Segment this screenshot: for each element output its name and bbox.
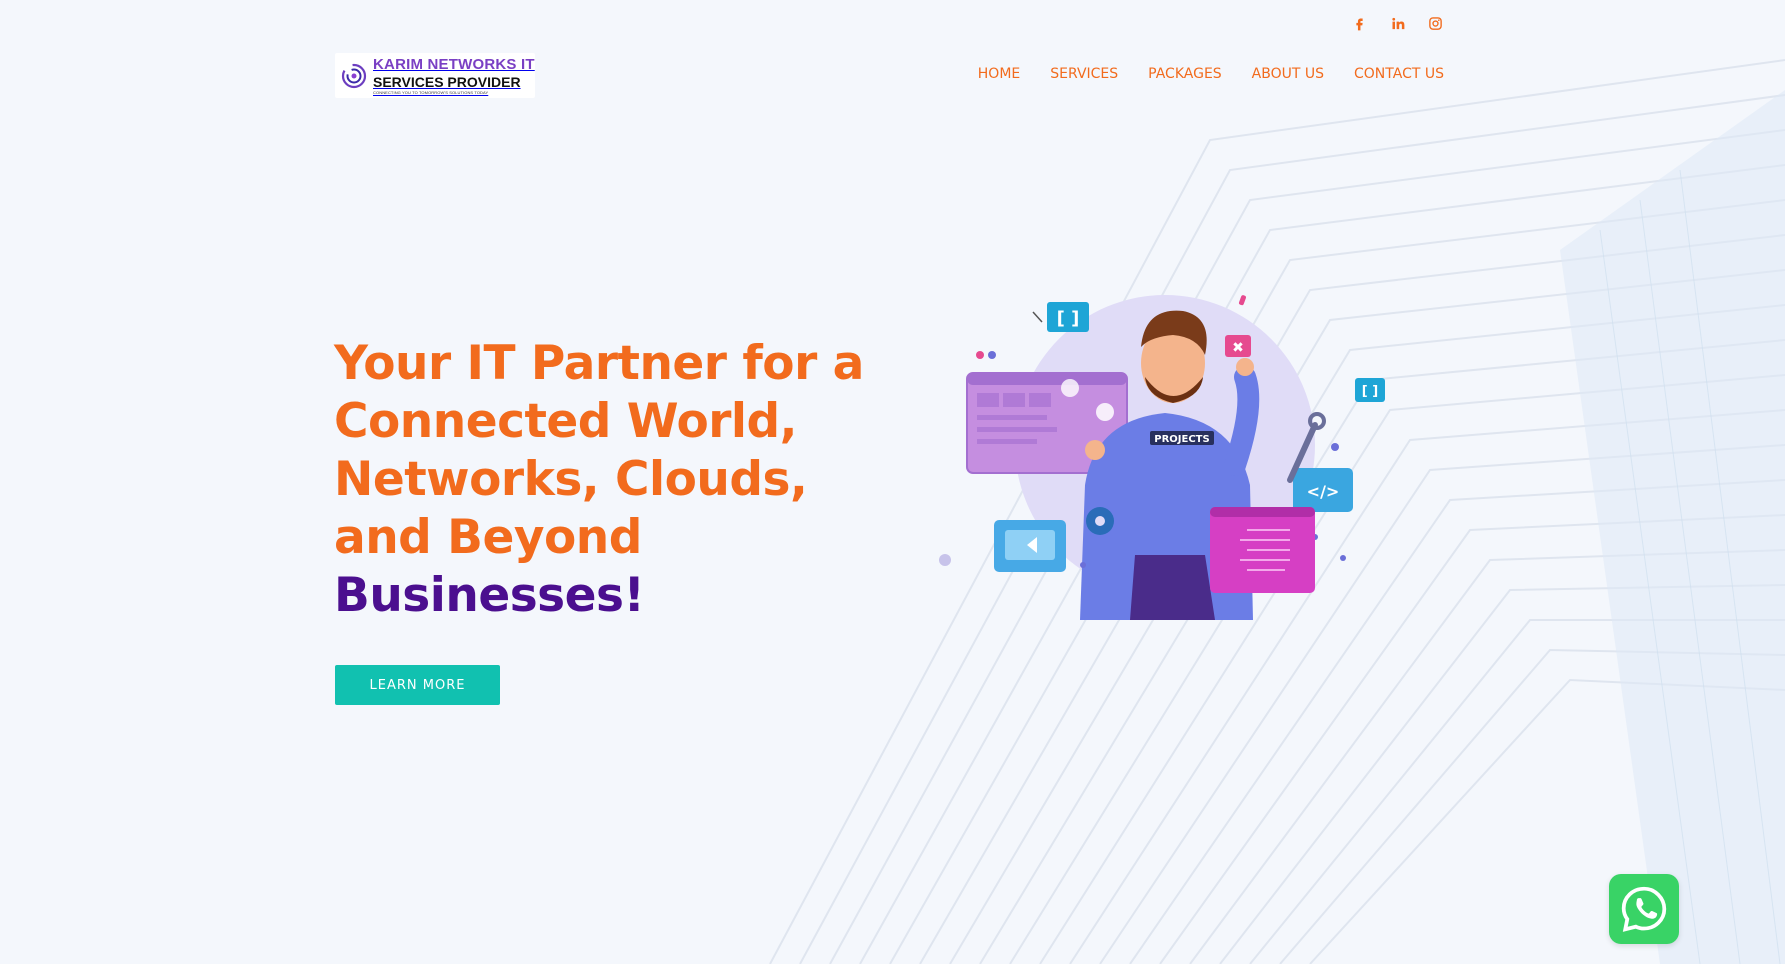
svg-text:[ ]: [ ]	[1362, 384, 1378, 399]
hero-illustration: [ ] [ ] PROJECTS ✖ </>	[939, 295, 1385, 620]
logo-tagline: CONNECTING YOU TO TOMORROW'S SOLUTIONS T…	[373, 89, 489, 95]
hero-title: Your IT Partner for a Connected World, N…	[334, 335, 894, 625]
logo-line-1: KARIM NETWORKS IT	[373, 55, 535, 73]
hero-title-line-3: Networks, Clouds,	[334, 452, 808, 507]
nav-contact-us[interactable]: CONTACT US	[1354, 66, 1444, 82]
site-logo[interactable]: KARIM NETWORKS IT SERVICES PROVIDER CONN…	[335, 53, 535, 98]
svg-text:</>: </>	[1307, 482, 1340, 501]
whatsapp-chat-button[interactable]	[1609, 874, 1679, 944]
hero-title-line-2: Connected World,	[334, 394, 798, 449]
hero-title-accent: Businesses!	[334, 568, 645, 623]
facebook-link[interactable]	[1350, 14, 1368, 32]
facebook-icon	[1355, 18, 1363, 30]
whatsapp-icon	[1621, 886, 1667, 932]
svg-text:[ ]: [ ]	[1057, 308, 1080, 329]
instagram-link[interactable]	[1426, 14, 1444, 32]
main-navigation: HOME SERVICES PACKAGES ABOUT US CONTACT …	[978, 66, 1444, 82]
hero-title-line-1: Your IT Partner for a	[334, 336, 864, 391]
nav-home[interactable]: HOME	[978, 66, 1020, 82]
nav-services[interactable]: SERVICES	[1050, 66, 1118, 82]
svg-text:✖: ✖	[1232, 340, 1244, 356]
nav-packages[interactable]: PACKAGES	[1148, 66, 1222, 82]
hero-title-line-4: and Beyond	[334, 510, 642, 565]
linkedin-icon	[1391, 17, 1404, 29]
linkedin-link[interactable]	[1388, 14, 1406, 32]
logo-line-2: SERVICES PROVIDER	[373, 73, 521, 90]
illustration-badge-text: PROJECTS	[1154, 434, 1209, 445]
social-links	[1350, 14, 1444, 32]
nav-about-us[interactable]: ABOUT US	[1252, 66, 1324, 82]
logo-swirl-icon	[341, 63, 367, 88]
learn-more-button[interactable]: LEARN MORE	[335, 665, 500, 705]
instagram-icon	[1428, 16, 1442, 30]
